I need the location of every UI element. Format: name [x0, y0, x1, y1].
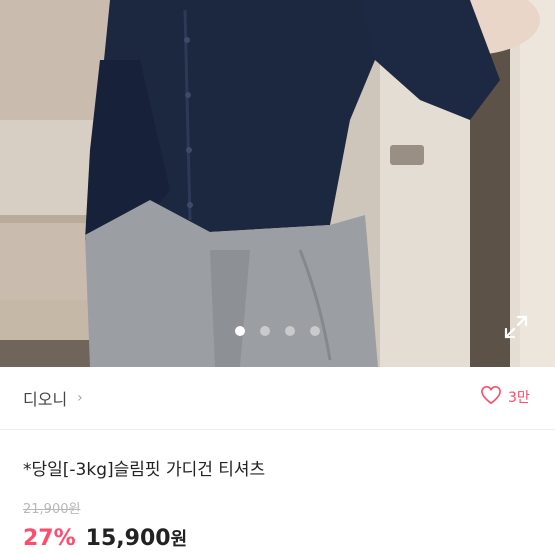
- currency-unit: 원: [170, 529, 188, 550]
- shop-name: 디오니: [23, 390, 68, 409]
- expand-icon[interactable]: [504, 315, 528, 339]
- sale-price-value: 15,900: [85, 526, 171, 551]
- carousel-dot-2[interactable]: [260, 326, 270, 336]
- shop-link[interactable]: 디오니 ›: [23, 386, 83, 410]
- carousel-indicator: [0, 326, 555, 336]
- like-count: 3만: [508, 390, 530, 406]
- heart-icon: [480, 385, 502, 409]
- chevron-right-icon: ›: [77, 390, 83, 406]
- carousel-dot-3[interactable]: [285, 326, 295, 336]
- discount-rate: 27%: [23, 526, 76, 551]
- product-image[interactable]: [0, 0, 555, 367]
- product-photo-illustration: [0, 0, 555, 367]
- product-title: *당일[-3kg]슬림핏 가디건 티셔츠: [23, 460, 266, 480]
- carousel-dot-1[interactable]: [235, 326, 245, 336]
- original-price: 21,900원: [23, 502, 81, 517]
- sale-price: 15,900원: [86, 525, 187, 551]
- shop-row: 디오니 › 3만: [0, 367, 555, 430]
- carousel-dot-4[interactable]: [310, 326, 320, 336]
- price-row: 27% 15,900원: [23, 525, 187, 551]
- like-button[interactable]: 3만: [480, 385, 530, 409]
